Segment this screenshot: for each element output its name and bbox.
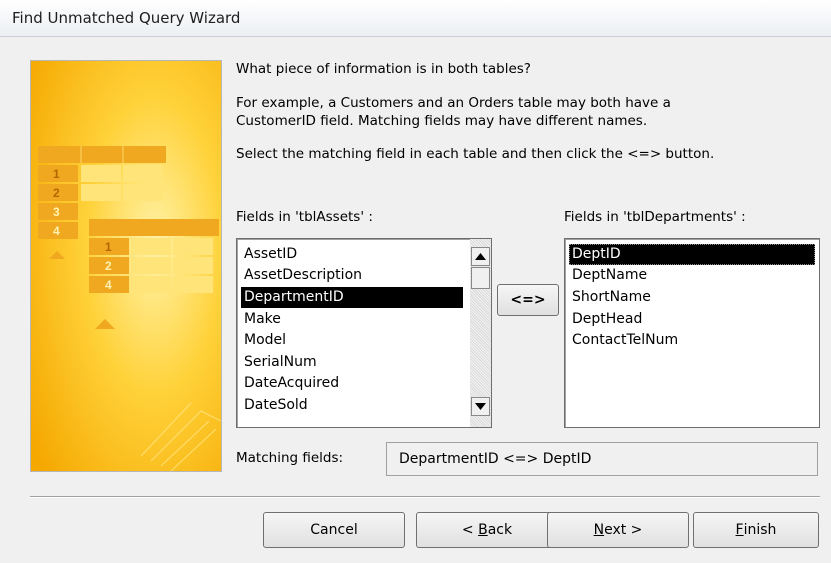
window-title: Find Unmatched Query Wizard — [12, 9, 241, 27]
list-item[interactable]: DeptName — [569, 265, 815, 286]
back-accesskey: B — [478, 522, 488, 538]
list-item-selected[interactable]: DeptID — [569, 244, 815, 265]
list-item[interactable]: DeptHead — [569, 309, 815, 330]
row-number-4: 4 — [53, 224, 60, 238]
scroll-up-arrow-icon — [475, 253, 486, 260]
left-list-scrollbar[interactable] — [470, 239, 491, 427]
wizard-illustration: 1 2 3 4 1 2 4 — [30, 60, 222, 472]
scroll-up-button[interactable] — [471, 247, 490, 266]
list-item[interactable]: DateAcquired — [241, 373, 463, 394]
right-fields-list[interactable]: DeptID DeptName ShortName DeptHead Conta… — [564, 238, 820, 428]
list-item[interactable]: SerialNum — [241, 352, 463, 373]
back-button[interactable]: < Back — [416, 512, 558, 548]
list-item[interactable]: ContactTelNum — [569, 330, 815, 351]
list-item-selected[interactable]: DepartmentID — [241, 287, 463, 308]
row-number-b4: 4 — [105, 278, 112, 292]
next-button[interactable]: Next > — [547, 512, 689, 548]
next-accesskey: N — [593, 522, 605, 538]
scroll-down-button[interactable] — [471, 397, 490, 416]
match-fields-button[interactable]: <=> — [497, 284, 559, 316]
next-label-rest: ext > — [604, 522, 643, 538]
row-number-1: 1 — [53, 167, 60, 181]
left-fields-list[interactable]: AssetID AssetDescription DepartmentID Ma… — [236, 238, 492, 428]
finish-button[interactable]: Finish — [693, 512, 819, 548]
row-number-b2: 2 — [105, 259, 112, 273]
cancel-button[interactable]: Cancel — [263, 512, 405, 548]
matching-fields-value: DepartmentID <=> DeptID — [386, 442, 818, 476]
table-illustration-icon: 1 2 3 4 1 2 4 — [31, 61, 222, 472]
list-item[interactable]: Model — [241, 330, 463, 351]
select-instruction-text: Select the matching field in each table … — [236, 146, 715, 162]
right-list-label: Fields in 'tblDepartments' : — [564, 209, 746, 225]
separator — [30, 496, 820, 498]
list-item[interactable]: DateSold — [241, 395, 463, 416]
list-item[interactable]: AssetDescription — [241, 265, 463, 286]
list-item[interactable]: Make — [241, 309, 463, 330]
row-number-b1: 1 — [105, 240, 112, 254]
finish-accesskey: F — [735, 522, 744, 538]
back-label-rest: ack — [487, 522, 513, 538]
list-item[interactable]: AssetID — [241, 244, 463, 265]
scroll-down-arrow-icon — [475, 403, 486, 410]
question-text: What piece of information is in both tab… — [236, 61, 531, 77]
example-text-line1: For example, a Customers and an Orders t… — [236, 95, 671, 111]
matching-fields-label: Matching fields: — [236, 450, 344, 466]
row-number-3: 3 — [53, 205, 60, 219]
list-item[interactable]: ShortName — [569, 287, 815, 308]
finish-label-rest: inish — [743, 522, 777, 538]
title-bar: Find Unmatched Query Wizard — [0, 0, 831, 37]
example-text-line2: CustomerID field. Matching fields may ha… — [236, 113, 648, 129]
left-list-label: Fields in 'tblAssets' : — [236, 209, 373, 225]
row-number-2: 2 — [53, 186, 60, 200]
back-prefix: < — [461, 522, 479, 538]
find-unmatched-query-wizard-dialog: Find Unmatched Query Wizard 1 2 3 4 1 2 … — [0, 0, 831, 563]
scroll-thumb[interactable] — [471, 267, 490, 289]
